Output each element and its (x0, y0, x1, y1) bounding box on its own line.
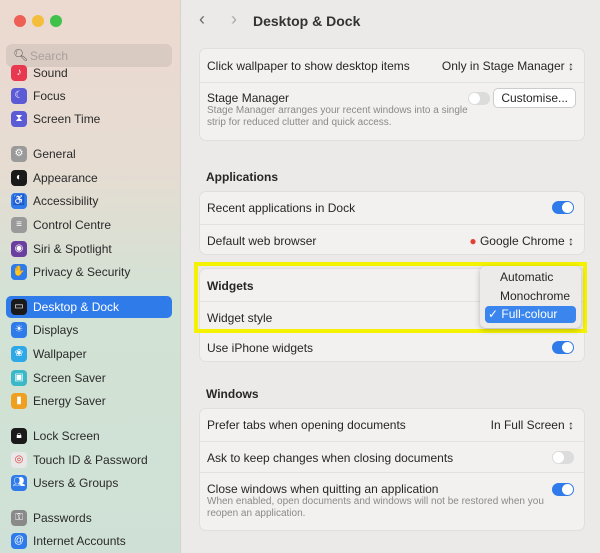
sidebar-item-appearance[interactable]: ◐ Appearance (6, 167, 172, 189)
browser-select[interactable]: ● Google Chrome ↕ (469, 234, 574, 248)
at-icon: @ (11, 533, 27, 549)
sidebar-item-label: Touch ID & Password (33, 453, 148, 467)
close-windows-row: Close windows when quitting an applicati… (200, 472, 584, 531)
close-button[interactable] (14, 15, 26, 27)
recent-apps-row: Recent applications in Dock (200, 192, 584, 224)
sidebar-item-displays[interactable]: ☀ Displays (6, 319, 172, 341)
siri-icon: ◉ (11, 241, 27, 257)
stage-manager-toggle[interactable] (468, 92, 490, 105)
moon-icon: ☾ (11, 88, 27, 104)
screen-saver-icon: ▣ (11, 370, 27, 386)
sidebar-item-general[interactable]: ⚙ General (6, 143, 172, 165)
sidebar-item-passwords[interactable]: ⚿ Passwords (6, 507, 172, 529)
stage-manager-row: Stage Manager Stage Manager arranges you… (200, 82, 584, 141)
sidebar-item-internet-accounts[interactable]: @ Internet Accounts (6, 530, 172, 552)
sidebar-item-label: Siri & Spotlight (33, 242, 112, 256)
option-full-colour[interactable]: ✓ Full-colour (485, 306, 576, 323)
chevron-updown-icon: ↕ (568, 418, 574, 432)
wallpaper-icon: ❀ (11, 346, 27, 362)
appearance-icon: ◐ (11, 170, 27, 186)
sidebar-item-label: Sound (33, 66, 68, 80)
back-button[interactable]: ‹ (199, 9, 205, 30)
sidebar-item-label: Focus (33, 89, 66, 103)
applications-heading: Applications (206, 170, 279, 184)
sidebar-item-accessibility[interactable]: ♿ Accessibility (6, 190, 172, 212)
control-centre-icon: ≡ (11, 217, 27, 233)
dock-icon: ▭ (11, 299, 27, 315)
chevron-updown-icon: ↕ (568, 59, 574, 73)
windows-heading: Windows (206, 387, 259, 401)
sidebar-item-label: General (33, 147, 76, 161)
sidebar-item-energy-saver[interactable]: ▮ Energy Saver (6, 390, 172, 412)
sidebar-item-touch-id-password[interactable]: ◎ Touch ID & Password (6, 449, 172, 471)
sidebar-item-focus[interactable]: ☾ Focus (6, 85, 172, 107)
sidebar-item-label: Energy Saver (33, 394, 106, 408)
sidebar-item-control-centre[interactable]: ≡ Control Centre (6, 214, 172, 236)
gear-icon: ⚙ (11, 146, 27, 162)
sidebar-item-label: Displays (33, 323, 79, 337)
battery-icon: ▮ (11, 393, 27, 409)
browser-row: Default web browser ● Google Chrome ↕ (200, 224, 584, 255)
sidebar-item-screen-time[interactable]: ⧗ Screen Time (6, 108, 172, 130)
sidebar-item-privacy-security[interactable]: ✋ Privacy & Security (6, 261, 172, 283)
minimize-button[interactable] (32, 15, 44, 27)
sidebar-item-label: Users & Groups (33, 476, 119, 490)
page-title: Desktop & Dock (253, 13, 361, 29)
sidebar-item-desktop-dock[interactable]: ▭ Desktop & Dock (6, 296, 172, 318)
sidebar-item-label: Appearance (33, 171, 98, 185)
sidebar-item-label: Wallpaper (33, 347, 87, 361)
users-icon: 👥︎ (11, 475, 27, 491)
prefer-tabs-row: Prefer tabs when opening documents In Fu… (207, 418, 574, 432)
prefer-tabs-select[interactable]: In Full Screen ↕ (491, 418, 574, 432)
click-wallpaper-select[interactable]: Only in Stage Manager ↕ (442, 59, 574, 73)
fingerprint-icon: ◎ (11, 452, 27, 468)
sidebar-item-label: Passwords (33, 511, 92, 525)
hand-icon: ✋ (11, 264, 27, 280)
close-windows-toggle[interactable] (552, 483, 574, 496)
key-icon: ⚿ (11, 510, 27, 526)
sidebar-item-label: Screen Time (33, 112, 101, 126)
recent-apps-toggle[interactable] (552, 201, 574, 214)
zoom-button[interactable] (50, 15, 62, 27)
sidebar-item-label: Privacy & Security (33, 265, 131, 279)
sidebar-item-label: Control Centre (33, 218, 112, 232)
desktop-group: Click wallpaper to show desktop items On… (199, 48, 585, 141)
sidebar-item-label: Screen Saver (33, 371, 106, 385)
main-panel: ‹ › Desktop & Dock Click wallpaper to sh… (181, 0, 600, 553)
applications-group: Recent applications in Dock Default web … (199, 191, 585, 255)
sidebar-item-label: Lock Screen (33, 429, 100, 443)
speaker-icon: ♪ (11, 65, 27, 81)
hourglass-icon: ⧗ (11, 111, 27, 127)
sidebar-item-wallpaper[interactable]: ❀ Wallpaper (6, 343, 172, 365)
sidebar-item-sound[interactable]: ♪ Sound (6, 62, 172, 84)
sidebar-item-lock-screen[interactable]: 🔒︎ Lock Screen (6, 425, 172, 447)
sidebar-item-screen-saver[interactable]: ▣ Screen Saver (6, 367, 172, 389)
customise-button[interactable]: Customise... (493, 88, 576, 108)
click-wallpaper-row: Click wallpaper to show desktop items On… (207, 59, 574, 73)
accessibility-icon: ♿ (11, 193, 27, 209)
iphone-widgets-row: Use iPhone widgets (200, 332, 584, 362)
sidebar-item-label: Accessibility (33, 194, 99, 208)
search-icon: 🔍︎ (13, 48, 29, 62)
option-automatic[interactable]: Automatic (485, 269, 576, 286)
sidebar: 🔍︎ Search ♪ Sound ☾ Focus ⧗ Screen Time ⚙ Gener… (0, 0, 181, 553)
widget-style-dropdown[interactable]: Automatic Monochrome ✓ Full-colour (480, 266, 581, 328)
option-monochrome[interactable]: Monochrome (485, 288, 576, 305)
ask-keep-row: Ask to keep changes when closing documen… (200, 441, 584, 472)
display-icon: ☀ (11, 322, 27, 338)
windows-group: Prefer tabs when opening documents In Fu… (199, 408, 585, 531)
chrome-icon: ● (469, 234, 477, 248)
sidebar-item-users-groups[interactable]: 👥︎ Users & Groups (6, 472, 172, 494)
chevron-updown-icon: ↕ (568, 234, 574, 248)
checkmark-icon: ✓ (488, 307, 499, 321)
sidebar-item-label: Desktop & Dock (33, 300, 120, 314)
toolbar: ‹ › Desktop & Dock (181, 0, 600, 40)
forward-button[interactable]: › (231, 9, 237, 30)
lock-icon: 🔒︎ (11, 428, 27, 444)
sidebar-item-label: Internet Accounts (33, 534, 126, 548)
iphone-widgets-toggle[interactable] (552, 341, 574, 354)
sidebar-item-siri-spotlight[interactable]: ◉ Siri & Spotlight (6, 238, 172, 260)
ask-keep-toggle[interactable] (552, 451, 574, 464)
